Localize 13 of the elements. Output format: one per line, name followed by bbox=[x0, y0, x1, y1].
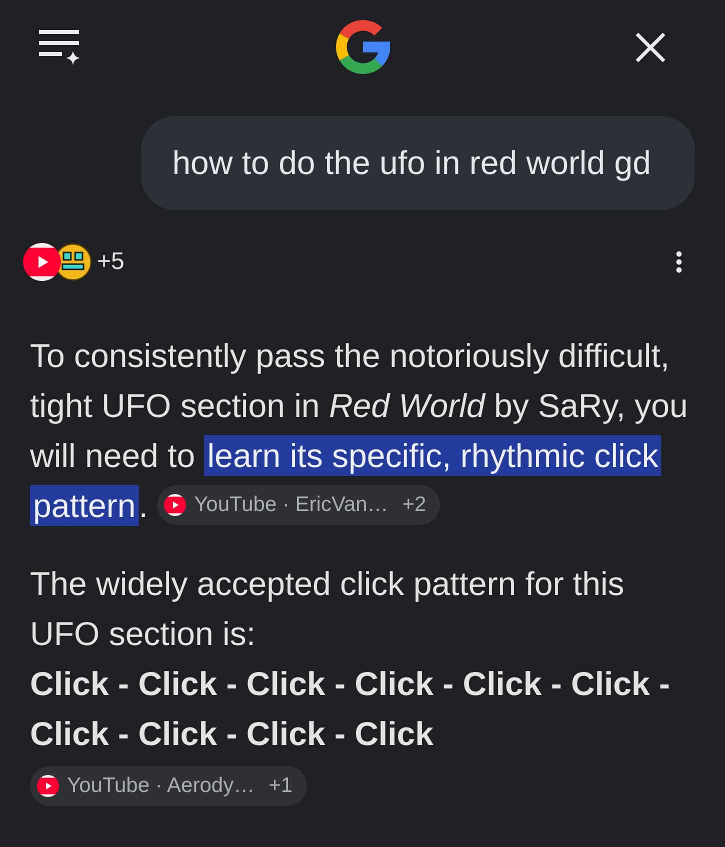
source-chip[interactable]: YouTube · Aerody… +1 bbox=[30, 766, 307, 806]
play-icon[interactable] bbox=[23, 243, 61, 281]
source-chip[interactable]: YouTube · EricVan… +2 bbox=[157, 485, 440, 526]
click-pattern-text: Click - Click - Click - Click - Click - Click - Click - Click - Click - Click bbox=[30, 665, 670, 752]
answer-paragraph: The widely accepted click pattern for this UFO section is: bbox=[30, 565, 624, 652]
g-logo-icon bbox=[336, 20, 390, 74]
source-count[interactable]: +5 bbox=[97, 248, 124, 276]
play-icon bbox=[164, 494, 186, 516]
close-icon[interactable] bbox=[635, 32, 666, 62]
query-bubble: how to do the ufo in red world gd bbox=[141, 116, 695, 210]
more-options-icon[interactable] bbox=[676, 251, 682, 273]
play-icon bbox=[37, 775, 59, 797]
menu-icon[interactable] bbox=[39, 30, 82, 64]
